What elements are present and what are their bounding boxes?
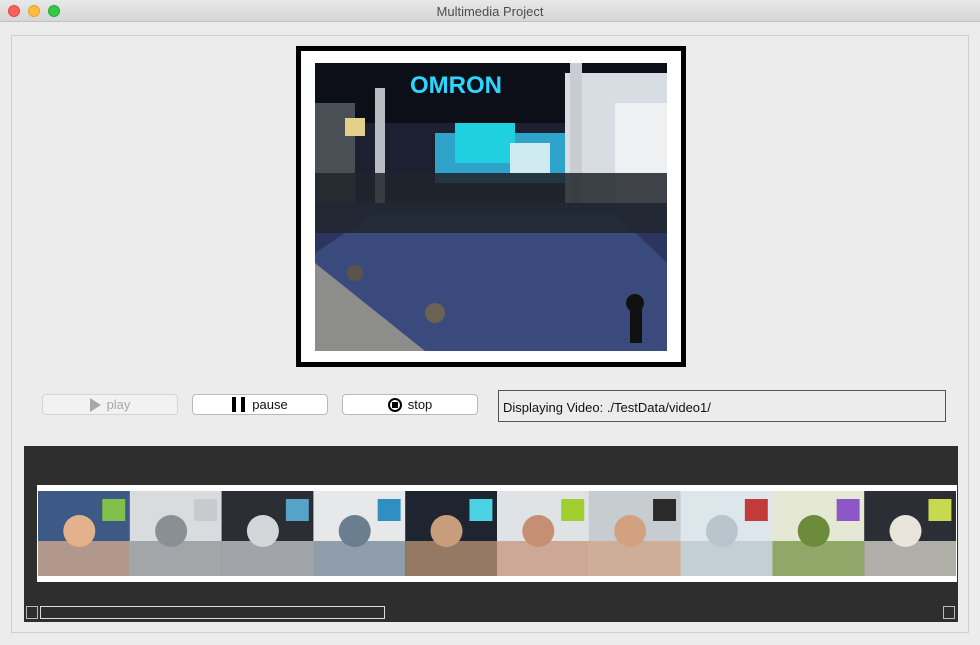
- stop-button[interactable]: stop: [342, 394, 478, 415]
- pause-button[interactable]: pause: [192, 394, 328, 415]
- thumbnail-sunglasses-selfie: [588, 491, 682, 576]
- thumbnail-group-selfie: [405, 491, 498, 576]
- pause-icon: [232, 397, 247, 412]
- scroll-left-button[interactable]: [26, 606, 38, 619]
- title-bar: Multimedia Project: [0, 0, 980, 22]
- pause-label: pause: [252, 397, 288, 412]
- video-display: OMRON: [296, 46, 686, 367]
- play-label: play: [106, 397, 131, 412]
- stop-icon: [387, 397, 402, 412]
- thumbnail-strip[interactable]: [37, 485, 957, 582]
- thumbnail-table-demo: [313, 491, 407, 576]
- thumbnail-robot-arm-demo: [129, 491, 223, 576]
- video-banner-text: OMRON: [410, 72, 502, 99]
- scrollbar-thumb[interactable]: [40, 606, 385, 619]
- thumbnail-booth-walkway: [221, 491, 315, 576]
- thumbnail-timeline: [24, 446, 958, 622]
- status-display: Displaying Video: ./TestData/video1/: [498, 390, 946, 422]
- thumbnail-truck-exhibit: [680, 491, 774, 576]
- video-frame-image: OMRON: [315, 63, 667, 351]
- stop-label: stop: [407, 397, 433, 412]
- window-title: Multimedia Project: [436, 4, 544, 19]
- thumbnail-flower-display: [864, 491, 956, 576]
- thumbnail-farm-booth: [772, 491, 866, 576]
- scroll-right-button[interactable]: [943, 606, 955, 619]
- thumbnail-booth-selfie: [497, 491, 590, 576]
- play-button[interactable]: play: [42, 394, 178, 415]
- status-text: Displaying Video: ./TestData/video1/: [503, 400, 711, 415]
- thumbnail-expo-selfie: [38, 491, 131, 576]
- thumbnail-frames: [38, 491, 956, 576]
- play-icon: [89, 397, 101, 412]
